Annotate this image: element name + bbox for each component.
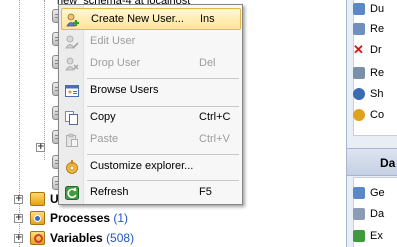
menu-item-edit-user[interactable]: Edit User bbox=[61, 31, 241, 53]
processes-icon bbox=[30, 211, 45, 225]
expand-icon[interactable]: + bbox=[14, 234, 23, 243]
browse-users-icon bbox=[65, 85, 79, 97]
menu-item-label: Drop User bbox=[90, 57, 141, 69]
menu-item-label: Browse Users bbox=[90, 84, 159, 96]
tree-node-count: (508) bbox=[106, 231, 135, 245]
refresh-icon bbox=[65, 186, 79, 200]
action-label: Dr bbox=[370, 44, 382, 56]
menu-item-copy[interactable]: Copy Ctrl+C bbox=[61, 107, 241, 129]
expand-icon[interactable]: + bbox=[14, 195, 23, 204]
duplicate-icon bbox=[353, 3, 365, 15]
action-label: Co bbox=[370, 109, 385, 121]
variables-icon bbox=[30, 231, 45, 245]
context-menu: Create New User... Ins Edit User Drop Us… bbox=[58, 4, 243, 205]
users-icon bbox=[30, 192, 45, 206]
menu-item-customize-explorer[interactable]: Customize explorer... bbox=[61, 156, 241, 178]
action-label: Du bbox=[370, 3, 385, 15]
menu-separator bbox=[87, 180, 239, 181]
menu-item-paste[interactable]: Paste Ctrl+V bbox=[61, 129, 241, 151]
export-icon bbox=[353, 230, 365, 242]
tree-node-label: Processes bbox=[50, 211, 111, 225]
menu-item-label: Paste bbox=[90, 133, 119, 145]
menu-item-shortcut: Ctrl+C bbox=[199, 111, 231, 123]
menu-item-label: Customize explorer... bbox=[90, 160, 194, 172]
drop-icon: ✕ bbox=[353, 42, 364, 57]
show-icon bbox=[353, 88, 365, 100]
action-label: Sh bbox=[370, 88, 384, 100]
generate-icon bbox=[353, 187, 365, 199]
menu-item-label: Edit User bbox=[90, 35, 136, 47]
tree-node-processes[interactable]: + Processes (1) bbox=[14, 210, 164, 226]
drop-user-icon bbox=[65, 57, 79, 71]
action-label: Ex bbox=[370, 230, 383, 242]
section-header[interactable]: Da bbox=[347, 148, 397, 176]
menu-item-label: Copy bbox=[90, 111, 116, 123]
paste-icon bbox=[66, 133, 78, 147]
object-actions-panel: Du Re ✕ Dr Re Sh Co Da Ge Da Ex bbox=[346, 0, 397, 247]
menu-item-refresh[interactable]: Refresh F5 bbox=[61, 182, 241, 204]
add-user-icon bbox=[66, 13, 79, 27]
menu-item-shortcut: Ins bbox=[200, 13, 215, 25]
action-label: Ge bbox=[370, 187, 385, 199]
expand-icon[interactable]: + bbox=[36, 143, 45, 152]
action-label: Re bbox=[370, 23, 385, 35]
tree-node-label: Variables bbox=[50, 231, 103, 245]
tree-node-variables[interactable]: + Variables (508) bbox=[14, 230, 164, 246]
data-icon bbox=[353, 208, 365, 220]
menu-item-shortcut: F5 bbox=[199, 186, 212, 198]
edit-user-icon bbox=[65, 35, 79, 49]
tree-node-users[interactable]: + U bbox=[14, 191, 59, 207]
menu-item-label: Refresh bbox=[90, 186, 129, 198]
menu-separator bbox=[87, 78, 239, 79]
rename-icon bbox=[353, 23, 365, 35]
tree-node-count: (1) bbox=[113, 211, 129, 225]
menu-item-drop-user[interactable]: Drop User Del bbox=[61, 53, 241, 75]
menu-item-browse-users[interactable]: Browse Users bbox=[61, 80, 241, 102]
expand-icon[interactable]: + bbox=[14, 214, 23, 223]
section-header-label: Da bbox=[380, 156, 396, 170]
action-label: Da bbox=[370, 208, 385, 220]
menu-separator bbox=[87, 154, 239, 155]
action-label: Re bbox=[370, 67, 385, 79]
customize-icon bbox=[66, 160, 78, 174]
tree-guide-line bbox=[44, 0, 45, 160]
menu-item-label: Create New User... bbox=[91, 13, 184, 25]
menu-item-shortcut: Del bbox=[199, 57, 216, 69]
refresh-object-icon bbox=[353, 67, 365, 79]
menu-item-shortcut: Ctrl+V bbox=[199, 133, 230, 145]
menu-item-create-new-user[interactable]: Create New User... Ins bbox=[61, 8, 241, 30]
copy-icon bbox=[65, 111, 78, 125]
configure-icon bbox=[353, 109, 365, 121]
